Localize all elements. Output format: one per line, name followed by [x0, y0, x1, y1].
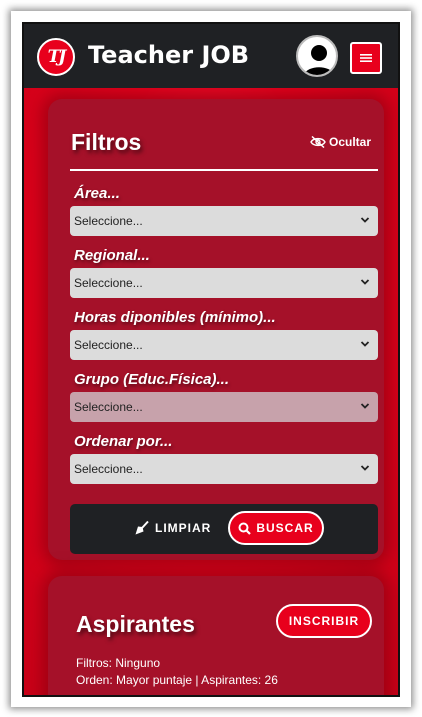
brand-logo[interactable]: TJ: [37, 38, 75, 76]
applicants-order-text: Orden: Mayor puntaje | Aspirantes: 26: [76, 673, 278, 687]
search-button-label: BUSCAR: [256, 521, 314, 535]
filters-divider: [70, 169, 378, 171]
browser-frame: TJ Teacher JOB Filtros Ocultar Área... S…: [11, 11, 411, 707]
group-select[interactable]: Seleccione...: [70, 392, 378, 422]
search-icon: [238, 522, 252, 535]
eye-slash-icon: [310, 136, 326, 148]
chevron-down-icon: [360, 403, 370, 409]
clear-button[interactable]: LIMPIAR: [134, 520, 211, 536]
regional-label: Regional...: [74, 247, 150, 264]
applicants-title: Aspirantes: [76, 611, 195, 637]
order-label: Ordenar por...: [74, 433, 173, 450]
order-select-value: Seleccione...: [74, 462, 143, 476]
search-button[interactable]: BUSCAR: [228, 511, 324, 545]
area-select-value: Seleccione...: [74, 214, 143, 228]
regional-select[interactable]: Seleccione...: [70, 268, 378, 298]
group-select-value: Seleccione...: [74, 400, 143, 414]
user-avatar[interactable]: [296, 35, 338, 77]
hours-label: Horas diponibles (mínimo)...: [74, 309, 276, 326]
hide-filters-toggle[interactable]: Ocultar: [310, 135, 371, 149]
menu-button[interactable]: [350, 42, 382, 74]
area-label: Área...: [74, 185, 120, 202]
clear-button-label: LIMPIAR: [155, 521, 212, 535]
navbar: TJ Teacher JOB: [24, 24, 398, 88]
brand-name[interactable]: Teacher JOB: [88, 41, 249, 69]
app-viewport: TJ Teacher JOB Filtros Ocultar Área... S…: [22, 22, 400, 697]
filters-card: Filtros Ocultar Área... Seleccione... Re…: [48, 99, 384, 560]
chevron-down-icon: [360, 279, 370, 285]
applicants-filters-text: Filtros: Ninguno: [76, 656, 161, 670]
hide-filters-label: Ocultar: [329, 135, 372, 149]
order-select[interactable]: Seleccione...: [70, 454, 378, 484]
group-label: Grupo (Educ.Física)...: [74, 371, 230, 388]
regional-select-value: Seleccione...: [74, 276, 143, 290]
hours-select-value: Seleccione...: [74, 338, 143, 352]
hours-select[interactable]: Seleccione...: [70, 330, 378, 360]
chevron-down-icon: [360, 341, 370, 347]
logo-text: TJ: [47, 47, 67, 67]
filter-actions: LIMPIAR BUSCAR: [70, 504, 378, 554]
hamburger-icon: [360, 54, 372, 62]
enroll-button[interactable]: INSCRIBIR: [276, 604, 372, 638]
user-icon: [303, 45, 335, 75]
chevron-down-icon: [360, 465, 370, 471]
applicants-card: Aspirantes INSCRIBIR Filtros: Ninguno Or…: [48, 576, 384, 695]
area-select[interactable]: Seleccione...: [70, 206, 378, 236]
filters-title: Filtros: [71, 129, 142, 155]
broom-icon: [135, 520, 149, 535]
chevron-down-icon: [360, 217, 370, 223]
